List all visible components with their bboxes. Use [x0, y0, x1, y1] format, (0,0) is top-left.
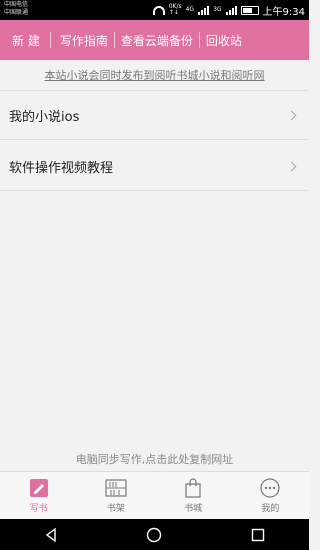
wifi-icon [152, 5, 165, 15]
tab-write[interactable]: 写书 [0, 472, 77, 519]
carrier-2: 中国联通 [4, 9, 29, 16]
network-speed: 0K/s ↑↓ [169, 4, 182, 16]
home-icon[interactable] [146, 527, 162, 543]
status-indicators: 0K/s ↑↓ 4G 3G 上午9:34 [152, 3, 305, 18]
shopping-bag-icon [185, 478, 201, 498]
sync-url-link[interactable]: 电脑同步写作,点击此处复制网址 [0, 451, 309, 469]
chevron-right-icon [286, 161, 297, 171]
tab-mine[interactable]: 我的 [232, 472, 309, 519]
carrier-1: 中国电信 [4, 1, 29, 8]
bookshelf-icon [105, 479, 127, 497]
recent-apps-icon[interactable] [251, 528, 265, 542]
divider [0, 139, 309, 140]
top-nav: 新 建 写作指南 查看云端备份 回收站 [0, 20, 309, 60]
signal-icon-2 [225, 5, 237, 15]
carrier-info: 中国电信 中国联通 [4, 1, 28, 17]
status-bar: 中国电信 中国联通 0K/s ↑↓ 4G 3G 上午9:34 [0, 0, 309, 20]
network-type-1: 4G [185, 6, 195, 13]
tab-bookstore[interactable]: 书城 [155, 472, 232, 519]
more-icon [260, 478, 280, 498]
new-button[interactable]: 新 建 [0, 20, 46, 60]
publish-notice-link[interactable]: 本站小说会同时发布到阅听书城小说和阅听网 [0, 60, 309, 90]
tab-bookshelf[interactable]: 书架 [77, 472, 154, 519]
speed-arrows: ↑↓ [168, 9, 179, 16]
system-nav-bar [0, 519, 309, 550]
list-item-label: 软件操作视频教程 [9, 160, 114, 176]
chevron-right-icon [286, 110, 297, 120]
cloud-backup-button[interactable]: 查看云端备份 [115, 20, 199, 60]
list-item-label: 我的小说ios [9, 109, 80, 125]
tab-bar: 写书 书架 书城 我的 [0, 471, 309, 519]
back-icon[interactable] [44, 527, 58, 542]
list-item-video-tutorial[interactable]: 软件操作视频教程 [0, 142, 309, 190]
divider [0, 190, 309, 191]
clock: 上午9:34 [262, 6, 305, 18]
tab-label: 写书 [29, 504, 48, 514]
tab-label: 书架 [106, 504, 125, 514]
list-item-my-novel[interactable]: 我的小说ios [0, 91, 309, 139]
writing-guide-button[interactable]: 写作指南 [51, 20, 114, 60]
network-type-2: 3G [213, 6, 222, 13]
recycle-bin-button[interactable]: 回收站 [200, 20, 248, 60]
signal-icon [198, 5, 210, 15]
tab-label: 书城 [184, 504, 203, 514]
tab-label: 我的 [261, 504, 280, 514]
battery-icon [240, 5, 259, 15]
pen-square-icon [29, 479, 48, 497]
